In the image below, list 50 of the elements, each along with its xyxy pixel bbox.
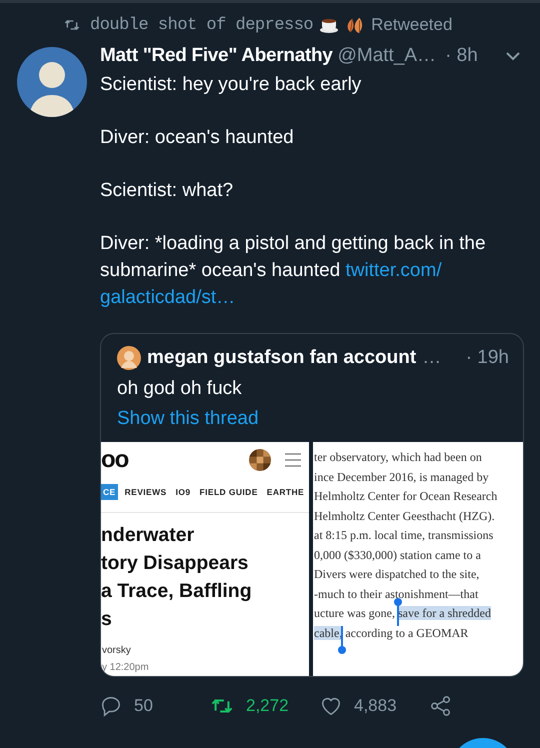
article-text: at 8:15 p.m. local time, transmissions — [314, 528, 494, 542]
nav-tab[interactable]: IO9 — [174, 484, 193, 500]
tweet-time: · 8h — [445, 45, 478, 67]
headline-text: nderwater — [101, 523, 196, 548]
retweet-icon — [64, 17, 80, 33]
nav-tab[interactable]: CE — [101, 484, 118, 500]
site-logo: oo — [101, 446, 128, 474]
quoted-tweet-text: oh god oh fuck — [117, 378, 243, 400]
quoted-avatar[interactable] — [117, 346, 141, 370]
quoted-author-name: megan gustafson fan account — [147, 347, 416, 369]
nav-tab[interactable]: REVIEWS — [122, 484, 169, 500]
article-text: Helmholtz Center for Ocean Research — [314, 489, 498, 503]
reply-icon[interactable] — [100, 695, 122, 717]
like-count: 4,883 — [354, 696, 397, 716]
nav-tab[interactable]: FIELD GUIDE — [198, 484, 260, 500]
show-thread-link[interactable]: Show this thread — [117, 408, 259, 430]
quoted-tweet-time: · 19h — [466, 347, 509, 369]
byline: vorsky — [101, 645, 132, 656]
article-text: ter observatory, which had been on — [314, 450, 482, 464]
retweeted-label: Retweeted — [371, 15, 452, 35]
chevron-down-icon[interactable] — [506, 51, 520, 61]
tweet-text: Diver: ocean's haunted — [100, 126, 295, 150]
share-icon[interactable] — [430, 695, 452, 717]
article-text: Divers were dispatched to the site, — [314, 567, 480, 581]
headline-text: a Trace, Baffling — [101, 579, 253, 604]
article-text: ince December 2016, is managed by — [314, 470, 489, 484]
user-avatar-icon — [249, 449, 271, 471]
author-name[interactable]: Matt "Red Five" Abernathy — [100, 45, 333, 67]
article-text: according to a GEOMAR — [344, 626, 468, 640]
menu-icon[interactable] — [285, 453, 301, 467]
article-text: -much to their astonishment—that — [314, 586, 478, 600]
tweet-link[interactable]: galacticdad/st… — [100, 287, 236, 308]
retweeter-name[interactable]: double shot of depresso — [90, 16, 314, 34]
tweet-text: Scientist: what? — [100, 179, 234, 203]
ellipsis: … — [422, 347, 442, 369]
quoted-tweet-card[interactable] — [100, 333, 524, 677]
reply-count: 50 — [134, 696, 153, 716]
headline-text: s — [101, 607, 113, 632]
tweet-text: Diver: *loading a pistol and getting back in the submarine* ocean's haunted twitter.com/ galacticdad/st… — [100, 232, 487, 310]
article-screenshot[interactable] — [313, 442, 523, 676]
retweet-count: 2,272 — [246, 696, 289, 716]
heart-icon[interactable] — [320, 695, 342, 717]
article-text: Helmholtz Center Geesthacht (HZG). — [314, 508, 495, 522]
tweet-text: Scientist: hey you're back early — [100, 73, 362, 97]
article-text: ucture was gone, — [314, 606, 396, 620]
article-text: 0,000 ($330,000) station came to a — [314, 548, 481, 562]
author-handle: @Matt_A… — [338, 45, 436, 67]
tweet-link[interactable]: twitter.com/ — [346, 260, 442, 281]
headline-text: tory Disappears — [101, 551, 250, 576]
nav-tab[interactable]: EARTHE — [264, 484, 306, 500]
